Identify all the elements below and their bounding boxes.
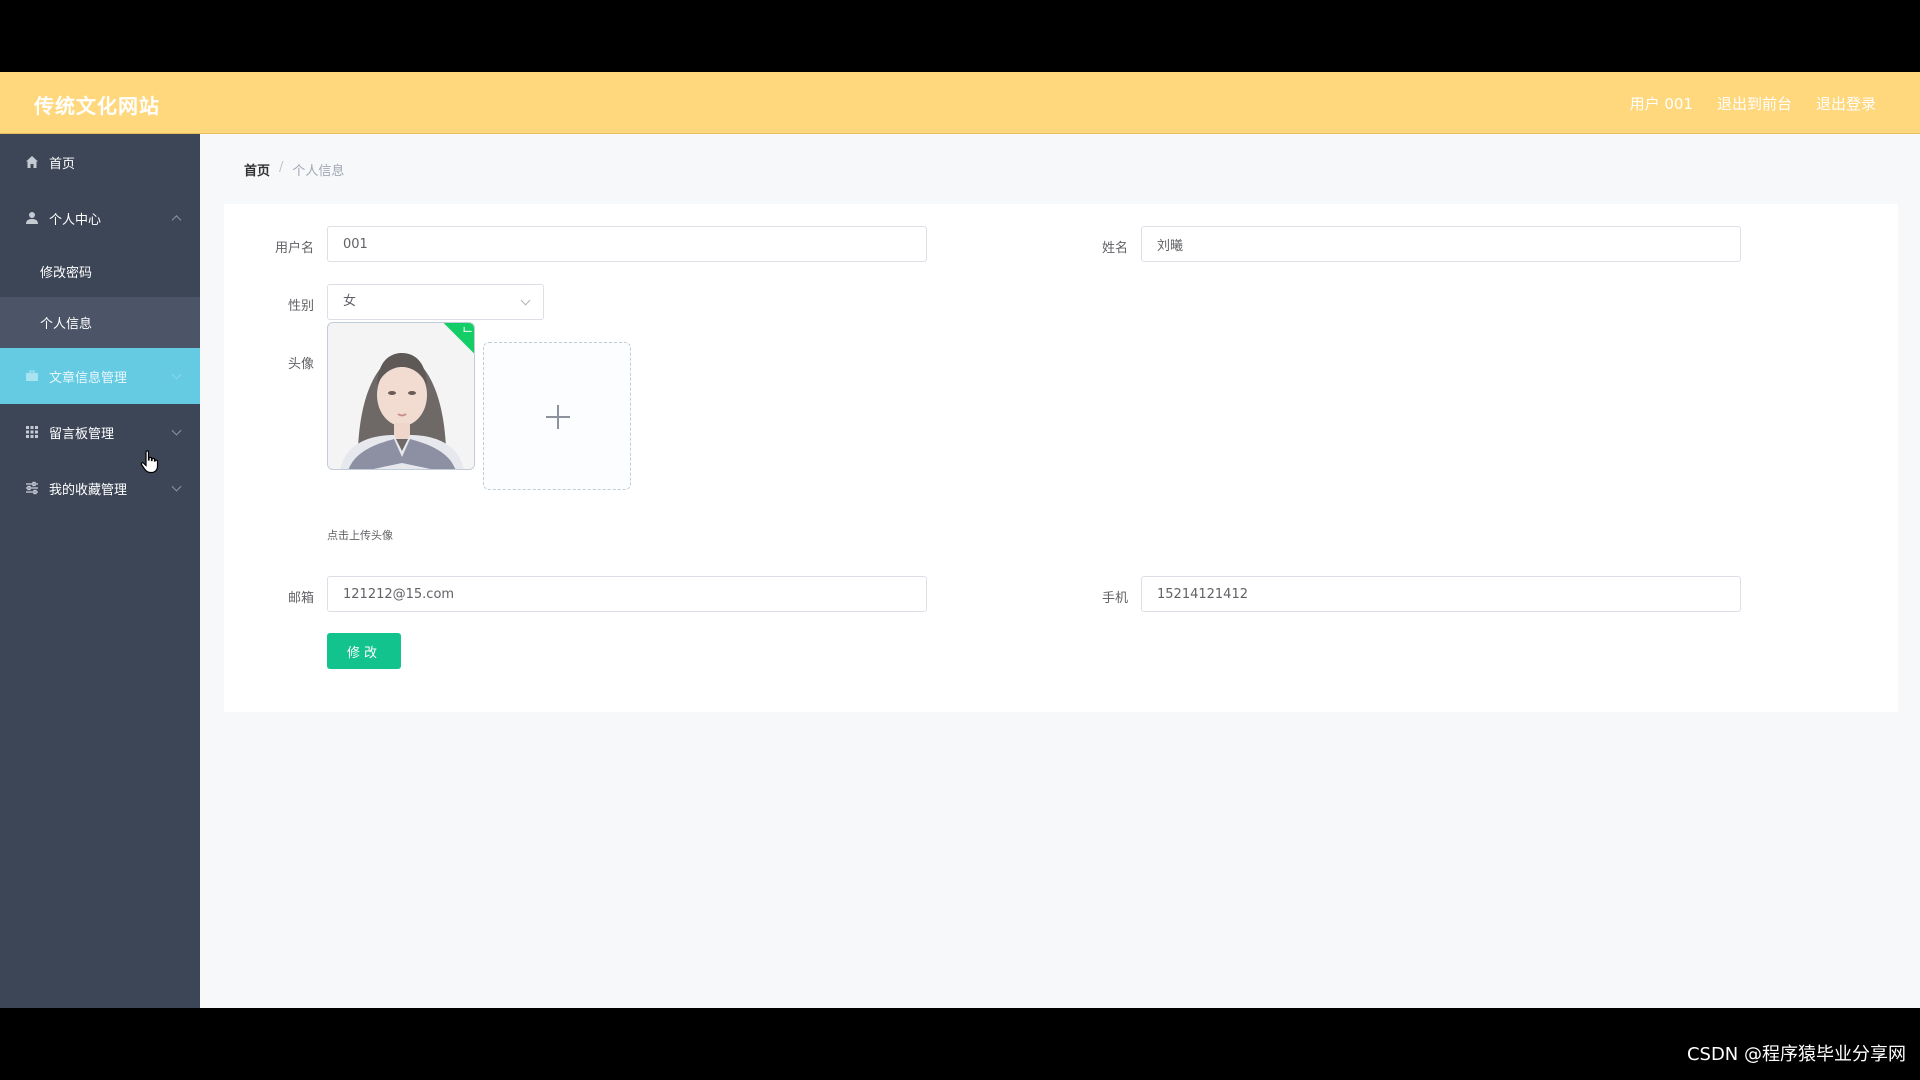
sidebar: 首页 个人中心 修改密码 个人信息 文章信息管理 留言板管理 我的收藏管理 <box>0 134 200 1008</box>
username-label: 用户名 <box>274 241 314 256</box>
screen: 传统文化网站 用户 001 退出到前台 退出登录 首页 个人中心 修改密码 个人… <box>0 0 1920 1080</box>
submit-button[interactable]: 修改 <box>327 633 401 669</box>
phone-label: 手机 <box>1101 591 1128 606</box>
user-icon <box>24 210 40 226</box>
portrait-photo <box>328 323 474 469</box>
briefcase-icon <box>24 368 40 384</box>
sidebar-item-personal-center[interactable]: 个人中心 <box>0 190 200 246</box>
sidebar-subitem-personal-info[interactable]: 个人信息 <box>0 297 200 348</box>
sidebar-item-label: 文章信息管理 <box>49 370 128 386</box>
breadcrumb: 首页 / 个人信息 <box>244 160 344 179</box>
home-icon <box>24 154 40 170</box>
name-label: 姓名 <box>1101 241 1128 256</box>
logout-link[interactable]: 退出登录 <box>1816 93 1876 114</box>
sidebar-item-label: 个人中心 <box>49 212 102 228</box>
back-to-front-link[interactable]: 退出到前台 <box>1717 93 1792 114</box>
phone-input[interactable] <box>1141 576 1741 612</box>
breadcrumb-separator: / <box>279 160 284 175</box>
app-window: 传统文化网站 用户 001 退出到前台 退出登录 首页 个人中心 修改密码 个人… <box>0 72 1920 1008</box>
sidebar-item-label: 我的收藏管理 <box>49 482 128 498</box>
email-label: 邮箱 <box>287 591 314 606</box>
gender-selected-value: 女 <box>343 294 357 309</box>
gender-select[interactable]: 女 <box>327 284 544 320</box>
chevron-down-icon <box>520 295 531 306</box>
sidebar-item-favorites[interactable]: 我的收藏管理 <box>0 460 200 516</box>
chevron-down-icon <box>171 369 182 380</box>
sidebar-item-message-board[interactable]: 留言板管理 <box>0 404 200 460</box>
chevron-down-icon <box>171 425 182 436</box>
sidebar-item-home[interactable]: 首页 <box>0 134 200 190</box>
main-content: 首页 / 个人信息 用户名 姓名 性别 女 头像 <box>200 134 1920 1008</box>
sidebar-item-article-management[interactable]: 文章信息管理 <box>0 348 200 404</box>
hand-cursor-icon <box>140 450 160 478</box>
gender-label: 性别 <box>287 299 314 314</box>
top-header: 传统文化网站 用户 001 退出到前台 退出登录 <box>0 72 1920 134</box>
breadcrumb-home[interactable]: 首页 <box>244 160 270 179</box>
grid-icon <box>24 424 40 440</box>
header-links: 用户 001 退出到前台 退出登录 <box>1630 93 1876 114</box>
sidebar-item-label: 首页 <box>49 156 76 172</box>
breadcrumb-current: 个人信息 <box>292 164 345 179</box>
site-logo: 传统文化网站 <box>34 94 160 118</box>
current-user-link[interactable]: 用户 001 <box>1630 93 1693 114</box>
chevron-down-icon <box>171 481 182 492</box>
avatar-label: 头像 <box>287 357 314 372</box>
email-input[interactable] <box>327 576 927 612</box>
avatar-image[interactable] <box>327 322 475 470</box>
avatar-upload-button[interactable] <box>483 342 631 490</box>
username-input[interactable] <box>327 226 927 262</box>
sidebar-subitem-change-password[interactable]: 修改密码 <box>0 246 200 297</box>
name-input[interactable] <box>1141 226 1741 262</box>
sliders-icon <box>24 480 40 496</box>
profile-form-card: 用户名 姓名 性别 女 头像 <box>224 204 1898 712</box>
sidebar-item-label: 留言板管理 <box>49 426 115 442</box>
watermark-text: CSDN @程序猿毕业分享网 <box>1686 1044 1906 1065</box>
upload-tip: 点击上传头像 <box>327 529 393 542</box>
chevron-up-icon <box>171 215 182 226</box>
